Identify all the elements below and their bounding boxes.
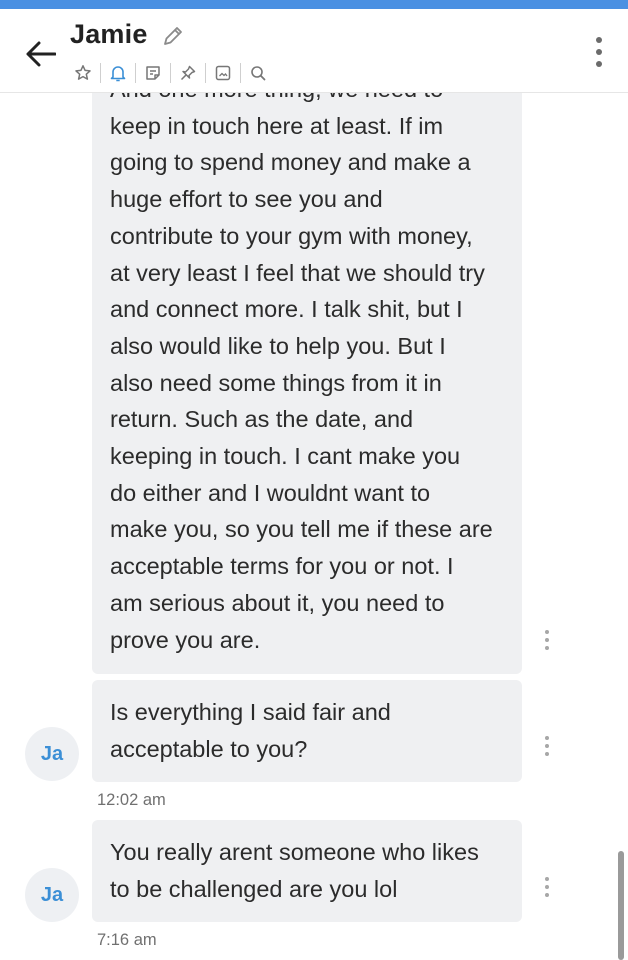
message-line: acceptable terms for you or not. I — [110, 553, 454, 580]
message-timestamp: 7:16 am — [97, 931, 157, 949]
divider — [100, 63, 101, 83]
message-line: to be challenged are you lol — [110, 875, 398, 902]
back-arrow-icon — [26, 41, 56, 67]
back-button[interactable] — [22, 35, 60, 73]
message-list[interactable]: And one more thing, we need to keep in t… — [0, 93, 628, 960]
message-line: also would like to help you. But I — [110, 332, 446, 359]
image-icon[interactable] — [212, 62, 234, 84]
message-line: And one more thing, we need to — [110, 93, 502, 108]
page-title[interactable]: Jamie — [70, 19, 148, 50]
message-line: keeping in touch. I cant make you — [110, 443, 461, 470]
pin-icon[interactable] — [177, 62, 199, 84]
message-line: do either and I wouldnt want to — [110, 479, 431, 506]
message-line: acceptable to you? — [110, 735, 308, 762]
divider — [135, 63, 136, 83]
note-icon[interactable] — [142, 62, 164, 84]
bell-icon[interactable] — [107, 62, 129, 84]
edit-pencil-icon[interactable] — [160, 23, 186, 49]
message-line: and connect more. I talk shit, but I — [110, 296, 463, 323]
message-line: at very least I feel that we should try — [110, 259, 485, 286]
message-bubble[interactable]: And one more thing, we need to keep in t… — [92, 93, 522, 674]
divider — [240, 63, 241, 83]
message-line: Is everything I said fair and — [110, 699, 391, 725]
star-icon[interactable] — [72, 62, 94, 84]
more-options-icon[interactable] — [592, 37, 606, 67]
message-bubble[interactable]: Is everything I said fair and acceptable… — [92, 680, 522, 782]
chat-header: Jamie — [0, 9, 628, 93]
divider — [205, 63, 206, 83]
message-line: going to spend money and make a — [110, 149, 471, 176]
message-options-icon[interactable] — [542, 736, 552, 756]
message-options-icon[interactable] — [542, 630, 552, 650]
search-icon[interactable] — [247, 62, 269, 84]
header-action-icons — [66, 61, 275, 85]
message-line: keep in touch here at least. If im — [110, 112, 444, 139]
top-accent-bar — [0, 0, 628, 9]
message-bubble[interactable]: You really arent someone who likes to be… — [92, 820, 522, 922]
message-line: return. Such as the date, and — [110, 406, 414, 433]
message-line: am serious about it, you need to — [110, 589, 445, 616]
message-line: also need some things from it in — [110, 369, 442, 396]
message-line: prove you are. — [110, 626, 261, 653]
avatar[interactable]: Ja — [25, 868, 79, 922]
avatar[interactable]: Ja — [25, 727, 79, 781]
message-timestamp: 12:02 am — [97, 791, 166, 809]
message-line: contribute to your gym with money, — [110, 222, 473, 249]
message-options-icon[interactable] — [542, 877, 552, 897]
message-line: huge effort to see you and — [110, 186, 383, 213]
message-line: make you, so you tell me if these are — [110, 516, 493, 543]
message-line: You really arent someone who likes — [110, 839, 479, 865]
divider — [170, 63, 171, 83]
scrollbar[interactable] — [618, 851, 624, 960]
